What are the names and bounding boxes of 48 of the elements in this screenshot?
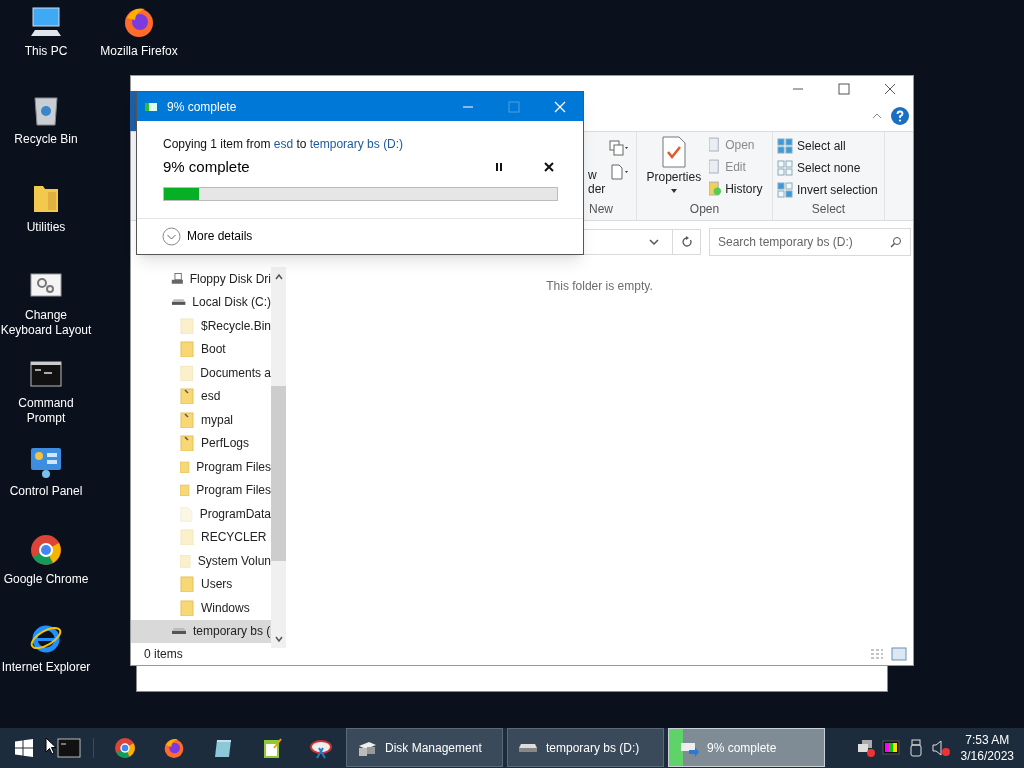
item-count: 0 items <box>144 646 183 663</box>
desktop-icon-label[interactable]: Change Keyboard Layout <box>0 308 92 338</box>
dialog-title: 9% complete <box>167 98 238 116</box>
nav-item[interactable]: RECYCLER <box>131 525 271 549</box>
nav-item[interactable]: Floppy Disk Dri <box>131 267 271 291</box>
desktop-icon-label[interactable]: Internet Explorer <box>0 660 92 675</box>
desktop-icon-label[interactable]: This PC <box>0 44 92 59</box>
group-label: Select <box>811 201 846 218</box>
nav-item[interactable]: Program Files <box>131 478 271 502</box>
nav-item[interactable]: System Volun <box>131 549 271 573</box>
clock-time[interactable]: 7:53 AM <box>965 732 1010 748</box>
nav-item[interactable]: Users <box>131 572 271 596</box>
nav-item[interactable]: ProgramData <box>131 502 271 526</box>
clock-date[interactable]: 3/16/2023 <box>960 748 1014 764</box>
copy-message: Copying 1 item from esd to temporary bs (D:) <box>163 136 405 153</box>
nav-item[interactable]: Local Disk (C:) <box>131 290 271 314</box>
select-all-button[interactable]: Select all <box>777 137 878 155</box>
new-folder-label[interactable]: der <box>588 182 607 196</box>
nav-item[interactable]: $Recycle.Bin <box>131 314 271 338</box>
desktop-icon-label[interactable]: Google Chrome <box>0 572 92 587</box>
taskbar-window-button[interactable]: Disk Management <box>346 728 503 767</box>
nav-item[interactable]: Program Files <box>131 455 271 479</box>
select-none-button[interactable]: Select none <box>777 159 878 177</box>
select-invert-button[interactable]: Invert selection <box>777 181 878 199</box>
nav-item[interactable]: Documents a <box>131 361 271 385</box>
desktop-icon-label[interactable]: Mozilla Firefox <box>93 44 185 59</box>
nav-item[interactable]: Boot <box>131 337 271 361</box>
more-details-button[interactable]: More details <box>162 226 253 246</box>
new-folder-label[interactable]: w <box>588 168 607 182</box>
nav-item[interactable]: temporary bs ( <box>131 619 271 643</box>
group-label: Open <box>689 201 720 218</box>
desktop-icon-label[interactable]: Command Prompt <box>0 396 92 426</box>
desktop-icon-label[interactable]: Control Panel <box>0 484 92 499</box>
nav-item[interactable]: PerfLogs <box>131 431 271 455</box>
nav-item[interactable]: mypal <box>131 408 271 432</box>
location-link[interactable]: esd <box>273 137 294 151</box>
desktop-icon-label[interactable]: Recycle Bin <box>0 132 92 147</box>
location-link[interactable]: temporary bs (D:) <box>309 137 404 151</box>
nav-item[interactable]: Windows <box>131 596 271 620</box>
group-label: New <box>588 201 614 218</box>
properties-button[interactable]: Properties <box>646 136 702 200</box>
nav-item[interactable]: esd <box>131 384 271 408</box>
desktop-icon-label[interactable]: Utilities <box>0 220 92 235</box>
progress-status: 9% complete <box>163 157 251 177</box>
taskbar-window-button[interactable]: temporary bs (D:) <box>507 728 664 767</box>
history-button[interactable]: History <box>709 180 763 198</box>
empty-folder-message: This folder is empty. <box>546 278 653 295</box>
search-field[interactable]: Search temporary bs (D:) <box>709 228 911 256</box>
